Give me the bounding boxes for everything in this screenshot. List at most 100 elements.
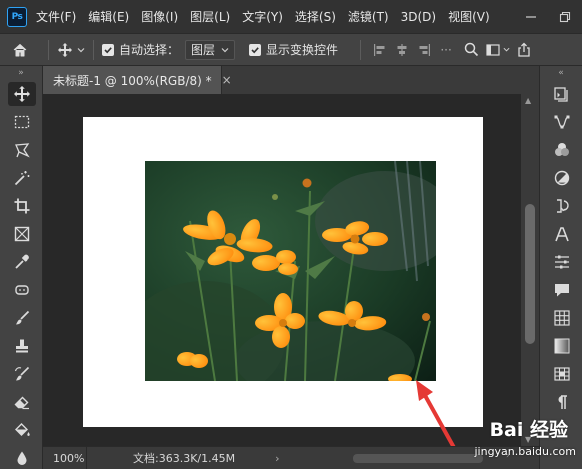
menu-type[interactable]: 文字(Y) xyxy=(242,8,283,25)
lasso-icon xyxy=(14,143,30,158)
paint-bucket-tool[interactable] xyxy=(0,416,43,444)
move-icon xyxy=(58,42,72,57)
minimize-button[interactable] xyxy=(514,0,548,33)
character-panel-button[interactable] xyxy=(540,220,582,248)
move-tool-preset[interactable] xyxy=(57,42,85,58)
crop-tool[interactable] xyxy=(0,192,43,220)
scrollbar-thumb[interactable] xyxy=(525,204,535,344)
search-button[interactable] xyxy=(459,42,483,57)
document-size: 文档:363.3K/1.45M xyxy=(133,452,236,465)
scroll-up-icon[interactable]: ▲ xyxy=(525,96,531,105)
magic-wand-icon xyxy=(14,171,29,186)
separator xyxy=(93,39,94,60)
clone-stamp-icon xyxy=(15,339,28,353)
align-horizontal-center-icon xyxy=(397,43,407,56)
share-button[interactable] xyxy=(513,42,535,57)
actions-panel-button[interactable] xyxy=(540,192,582,220)
status-bar: 100% 文档:363.3K/1.45M › › xyxy=(43,446,539,469)
lasso-tool[interactable] xyxy=(0,136,43,164)
healing-brush-icon xyxy=(14,285,29,295)
more-align-button[interactable]: ··· xyxy=(435,43,457,57)
collapse-panels-button[interactable]: « xyxy=(540,66,582,80)
magic-wand-tool[interactable] xyxy=(0,164,43,192)
flower-photo xyxy=(145,161,436,381)
zoom-level: 100% xyxy=(53,451,85,465)
align-left-button[interactable] xyxy=(369,43,391,57)
flower-photo-layer[interactable] xyxy=(145,161,436,381)
channels-panel-button[interactable] xyxy=(540,360,582,388)
blur-tool[interactable] xyxy=(0,444,43,469)
align-left-icon xyxy=(374,43,385,56)
move-tool[interactable] xyxy=(0,80,43,108)
swatches-panel-button[interactable] xyxy=(540,304,582,332)
home-button[interactable] xyxy=(0,33,40,66)
chevron-down-icon xyxy=(221,47,229,52)
paragraph-icon xyxy=(558,395,567,409)
separator xyxy=(360,39,362,60)
scroll-down-icon[interactable]: ▼ xyxy=(525,435,531,444)
layer-select-value: 图层 xyxy=(191,43,216,57)
marquee-tool[interactable] xyxy=(0,108,43,136)
comments-icon xyxy=(554,284,569,297)
zoom-level-field[interactable]: 100% xyxy=(43,446,87,469)
menu-file[interactable]: 文件(F) xyxy=(36,8,76,25)
ellipsis-icon: ··· xyxy=(440,42,452,57)
auto-select-target-select[interactable]: 图层 xyxy=(185,39,236,60)
scroll-right-icon[interactable]: › xyxy=(506,451,510,461)
document-tab[interactable]: 未标题-1 @ 100%(RGB/8) * × xyxy=(43,66,232,94)
photoshop-logo: Ps xyxy=(7,6,27,27)
align-right-button[interactable] xyxy=(413,43,435,57)
menu-select[interactable]: 选择(S) xyxy=(295,8,336,25)
blur-icon xyxy=(17,451,26,465)
restore-icon xyxy=(559,11,571,22)
workspace-icon xyxy=(486,43,500,56)
status-menu-button[interactable]: › xyxy=(275,452,279,465)
auto-select-checkbox[interactable] xyxy=(102,43,114,56)
comments-panel-button[interactable] xyxy=(540,276,582,304)
gradients-panel-button[interactable] xyxy=(540,332,582,360)
horizontal-scrollbar-thumb[interactable] xyxy=(353,454,483,463)
show-transform-checkbox[interactable] xyxy=(249,43,262,56)
history-brush-tool[interactable] xyxy=(0,360,43,388)
properties-panel-button[interactable] xyxy=(540,248,582,276)
menu-filter[interactable]: 滤镜(T) xyxy=(348,8,389,25)
eyedropper-tool[interactable] xyxy=(0,248,43,276)
menu-layer[interactable]: 图层(L) xyxy=(190,8,230,25)
vertical-scrollbar[interactable]: ▲ ▼ xyxy=(521,94,539,446)
collapse-toolbar-button[interactable]: » xyxy=(0,66,42,80)
paint-bucket-icon xyxy=(14,423,30,436)
paths-panel-button[interactable] xyxy=(540,108,582,136)
adjustments-panel-button[interactable] xyxy=(540,164,582,192)
restore-button[interactable] xyxy=(548,0,582,33)
options-bar: 自动选择： 图层 显示变换控件 ··· xyxy=(0,33,582,66)
menu-image[interactable]: 图像(I) xyxy=(141,8,178,25)
gradients-icon xyxy=(554,338,569,354)
healing-brush-tool[interactable] xyxy=(0,276,43,304)
close-tab-button[interactable]: × xyxy=(222,73,232,87)
character-icon xyxy=(554,227,569,242)
brush-icon xyxy=(15,310,29,325)
chevron-down-icon xyxy=(503,47,510,52)
color-panel-button[interactable] xyxy=(540,136,582,164)
menu-view[interactable]: 视图(V) xyxy=(448,8,490,25)
home-icon xyxy=(13,43,27,56)
double-chevron-icon: » xyxy=(18,68,24,78)
minimize-icon xyxy=(526,15,536,18)
properties-icon xyxy=(554,255,569,269)
frame-tool[interactable] xyxy=(0,220,43,248)
clone-stamp-tool[interactable] xyxy=(0,332,43,360)
history-brush-icon xyxy=(14,366,29,381)
menu-edit[interactable]: 编辑(E) xyxy=(88,8,129,25)
window-controls xyxy=(514,0,582,33)
menu-3d[interactable]: 3D(D) xyxy=(401,10,436,24)
history-panel-button[interactable] xyxy=(540,80,582,108)
brush-tool[interactable] xyxy=(0,304,43,332)
align-right-icon xyxy=(419,43,431,56)
eraser-tool[interactable] xyxy=(0,388,43,416)
document-tab-strip: 未标题-1 @ 100%(RGB/8) * × xyxy=(43,66,539,94)
paths-icon xyxy=(554,115,569,129)
workspace-button[interactable] xyxy=(483,43,513,56)
paragraph-panel-button[interactable] xyxy=(540,388,582,416)
chevron-down-icon xyxy=(77,47,85,52)
align-center-button[interactable] xyxy=(391,43,413,57)
